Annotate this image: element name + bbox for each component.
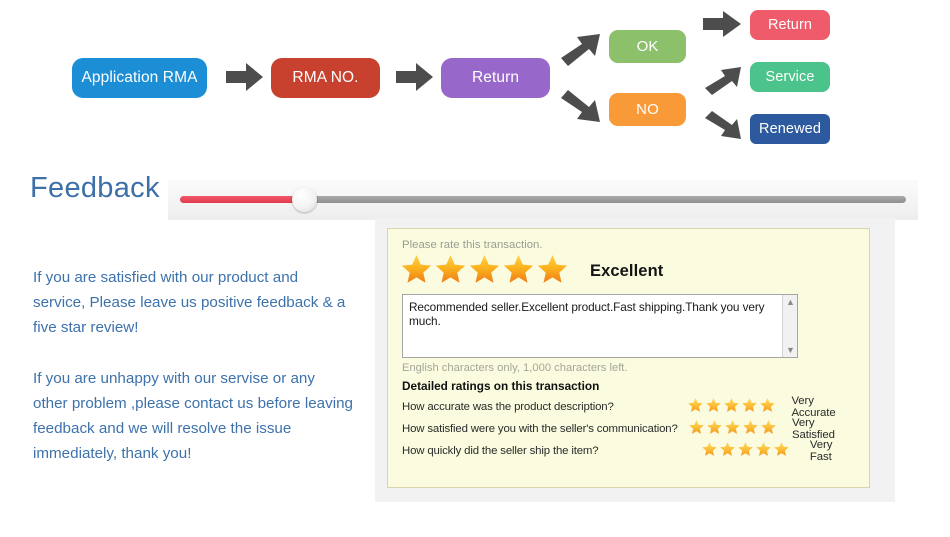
rate-prompt-label: Please rate this transaction. bbox=[402, 239, 543, 251]
feedback-note-paragraph: If you are satisfied with our product an… bbox=[33, 269, 346, 336]
star-icon[interactable] bbox=[536, 253, 569, 290]
rating-question: How quickly did the seller ship the item… bbox=[402, 445, 599, 457]
slider-track-filled bbox=[180, 196, 307, 203]
rma-flow-diagram: Application RMA RMA NO. Return OK NO Ret… bbox=[0, 0, 950, 165]
arrow-up-right-icon bbox=[558, 28, 604, 73]
flow-node-ok: OK bbox=[609, 30, 686, 63]
table-row: How quickly did the seller ship the item… bbox=[402, 439, 857, 463]
flow-node-application-rma: Application RMA bbox=[72, 58, 207, 98]
arrow-right-icon bbox=[226, 60, 264, 99]
rating-stars[interactable] bbox=[688, 419, 778, 440]
star-icon[interactable] bbox=[434, 253, 467, 290]
star-icon[interactable] bbox=[701, 441, 718, 462]
feedback-instructions: If you are satisfied with our product an… bbox=[33, 265, 353, 466]
star-icon[interactable] bbox=[706, 419, 723, 440]
flow-node-label: Renewed bbox=[759, 121, 821, 137]
arrow-down-right-icon bbox=[703, 110, 745, 149]
review-textarea[interactable]: Recommended seller.Excellent product.Fas… bbox=[402, 294, 798, 358]
star-icon[interactable] bbox=[760, 419, 777, 440]
feedback-form-panel: Please rate this transaction. Excellent … bbox=[387, 228, 870, 488]
star-icon[interactable] bbox=[502, 253, 535, 290]
star-icon[interactable] bbox=[737, 441, 754, 462]
rating-stars[interactable] bbox=[701, 441, 796, 462]
flow-node-rma-no: RMA NO. bbox=[271, 58, 380, 98]
feedback-slider[interactable] bbox=[168, 180, 918, 220]
scroll-up-icon[interactable]: ▲ bbox=[783, 295, 798, 309]
rating-question: How accurate was the product description… bbox=[402, 401, 614, 413]
textarea-scrollbar[interactable]: ▲ ▼ bbox=[782, 295, 797, 357]
star-icon[interactable] bbox=[724, 419, 741, 440]
scroll-down-icon[interactable]: ▼ bbox=[783, 343, 798, 357]
flow-node-return-result: Return bbox=[750, 10, 830, 40]
flow-node-return: Return bbox=[441, 58, 550, 98]
arrow-down-right-icon bbox=[558, 88, 604, 133]
flow-node-label: Service bbox=[765, 69, 815, 85]
review-text-value: Recommended seller.Excellent product.Fas… bbox=[409, 300, 765, 328]
page-title: Feedback bbox=[30, 172, 160, 204]
feedback-form-screenshot: Please rate this transaction. Excellent … bbox=[375, 218, 895, 502]
rating-stars[interactable] bbox=[687, 397, 777, 418]
overall-rating-stars[interactable]: Excellent bbox=[400, 253, 857, 290]
slider-knob[interactable] bbox=[292, 187, 317, 212]
star-icon[interactable] bbox=[773, 441, 790, 462]
rating-value: Very Accurate bbox=[791, 395, 836, 419]
characters-left-note: English characters only, 1,000 character… bbox=[402, 362, 628, 374]
rating-value: Very Fast bbox=[809, 439, 833, 463]
arrow-up-right-icon bbox=[703, 62, 745, 101]
table-row: How satisfied were you with the seller's… bbox=[402, 417, 857, 441]
feedback-note-paragraph: If you are unhappy with our servise or a… bbox=[33, 370, 353, 462]
arrow-right-icon bbox=[396, 60, 434, 99]
star-icon[interactable] bbox=[755, 441, 772, 462]
star-icon[interactable] bbox=[688, 419, 705, 440]
star-icon[interactable] bbox=[742, 419, 759, 440]
overall-rating-label: Excellent bbox=[590, 262, 664, 280]
detailed-ratings-heading: Detailed ratings on this transaction bbox=[402, 379, 600, 393]
star-icon[interactable] bbox=[741, 397, 758, 418]
rating-question: How satisfied were you with the seller's… bbox=[402, 423, 678, 435]
star-icon[interactable] bbox=[687, 397, 704, 418]
star-icon[interactable] bbox=[719, 441, 736, 462]
star-icon[interactable] bbox=[468, 253, 501, 290]
star-icon[interactable] bbox=[400, 253, 433, 290]
flow-node-service: Service bbox=[750, 62, 830, 92]
table-row: How accurate was the product description… bbox=[402, 395, 857, 419]
star-icon[interactable] bbox=[759, 397, 776, 418]
arrow-right-icon bbox=[703, 8, 743, 45]
star-icon[interactable] bbox=[723, 397, 740, 418]
flow-node-label: Application RMA bbox=[81, 69, 198, 86]
star-icon[interactable] bbox=[705, 397, 722, 418]
flow-node-label: OK bbox=[636, 38, 659, 55]
flow-node-label: RMA NO. bbox=[292, 69, 359, 86]
flow-node-label: Return bbox=[471, 69, 520, 86]
flow-node-label: Return bbox=[767, 17, 813, 33]
flow-node-label: NO bbox=[636, 101, 659, 118]
rating-value: Very Satisfied bbox=[792, 417, 835, 441]
slider-track-remaining bbox=[304, 196, 906, 203]
flow-node-renewed: Renewed bbox=[750, 114, 830, 144]
flow-node-no: NO bbox=[609, 93, 686, 126]
